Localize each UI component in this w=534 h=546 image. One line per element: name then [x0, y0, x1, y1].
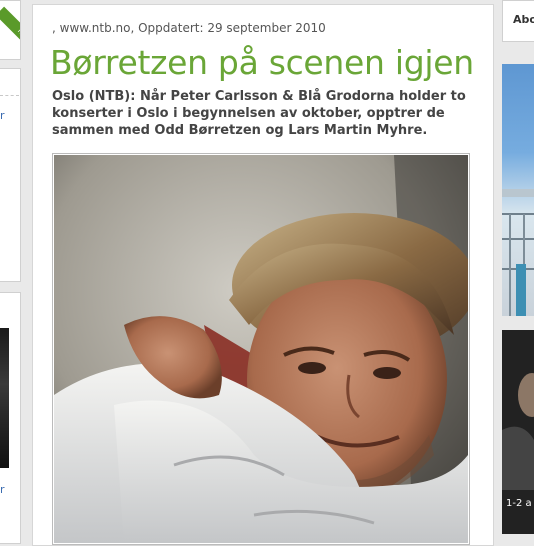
right-ship-image[interactable] [502, 64, 534, 316]
right-sidebar: Abo 1-2 a [502, 0, 534, 534]
ship-illustration [502, 189, 534, 316]
sidebar-link[interactable]: r [0, 483, 5, 496]
article-lead: Oslo (NTB): Når Peter Carlsson & Blå Gro… [52, 88, 477, 139]
article-photo[interactable] [52, 153, 470, 545]
divider [0, 95, 19, 96]
right-box-label: Abo [513, 13, 534, 26]
left-media-box: r [0, 292, 21, 544]
article-meta: , www.ntb.no, Oppdatert: 29 september 20… [52, 21, 326, 35]
article-panel: , www.ntb.no, Oppdatert: 29 september 20… [32, 4, 494, 546]
article-headline[interactable]: Børretzen på scenen igjen [50, 43, 490, 82]
right-video-image[interactable]: 1-2 a [502, 330, 534, 534]
video-caption: 1-2 a [506, 498, 532, 509]
left-thumbnail-image[interactable] [0, 328, 9, 468]
lead-line: Oslo (NTB): Når Peter Carlsson & Blå Gro… [52, 89, 466, 104]
lead-line: konserter i Oslo i begynnelsen av oktobe… [52, 106, 445, 121]
right-subscribe-box[interactable]: Abo [502, 0, 534, 42]
left-sidebar: ned r r [0, 0, 22, 544]
sidebar-link[interactable]: r [0, 109, 5, 122]
portrait-photo [54, 155, 468, 543]
left-promo-box[interactable]: ned [0, 0, 21, 60]
left-link-box: r [0, 68, 21, 282]
corner-ribbon[interactable]: ned [0, 6, 20, 44]
lead-line: sammen med Odd Børretzen og Lars Martin … [52, 123, 428, 138]
